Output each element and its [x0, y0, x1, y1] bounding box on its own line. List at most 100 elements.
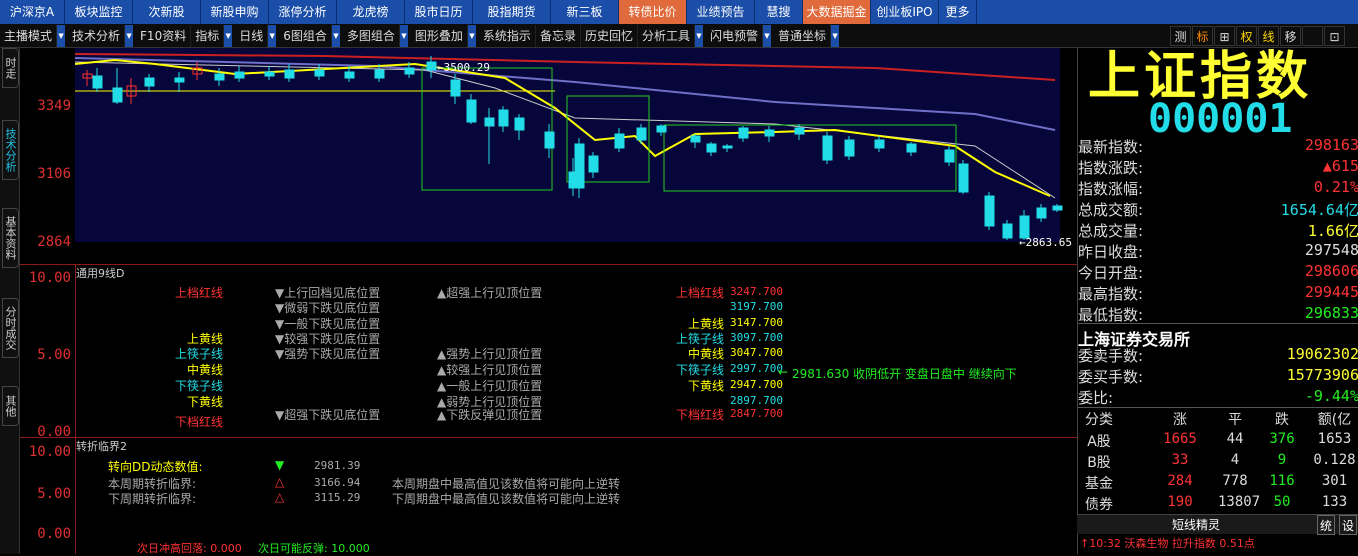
left-tab[interactable]: 基本资料 — [2, 208, 19, 268]
breadth-table-header: 分类 涨 平 跌 额(亿 — [1078, 409, 1358, 429]
candle-body — [636, 127, 647, 141]
short-line-spirit-title[interactable]: 短线精灵 — [1172, 515, 1220, 535]
p1-mid2-label: ▲下跌反弹见顶位置 — [437, 408, 543, 422]
topnav-tab[interactable]: 龙虎榜 — [337, 0, 405, 24]
quote-key: 今日开盘: — [1078, 264, 1144, 282]
order-value: 15773906 — [1286, 366, 1358, 384]
dropdown-arrow-icon[interactable]: ▼ — [694, 24, 703, 47]
toolbar-item[interactable]: 指标 — [191, 24, 225, 47]
quote-row: 今日开盘: 298606 — [1078, 262, 1358, 283]
topnav-tab[interactable]: 慧搜 — [755, 0, 803, 24]
topnav-tab[interactable]: 涨停分析 — [269, 0, 337, 24]
toolbar-right-button[interactable]: ⊡ — [1324, 26, 1345, 46]
toolbar-item[interactable]: 图形叠加 — [411, 24, 468, 47]
p1-right-value: 3197.700 — [730, 300, 783, 313]
topnav-tab[interactable]: 更多 — [939, 0, 977, 24]
dropdown-arrow-icon[interactable]: ▼ — [399, 24, 408, 47]
high-label: ←3500.29 — [437, 61, 490, 74]
topnav-tab[interactable]: 次新股 — [133, 0, 201, 24]
table-header-cell: 额(亿 — [1317, 412, 1352, 428]
dropdown-arrow-icon[interactable]: ▼ — [331, 24, 340, 47]
p1-right-value: 2997.700 — [730, 362, 783, 375]
topnav-tab[interactable]: 新三板 — [551, 0, 619, 24]
candle-body — [498, 109, 509, 127]
candle-body — [906, 143, 917, 153]
toolbar-item[interactable]: 备忘录 — [536, 24, 581, 47]
left-tab[interactable]: 技术分析 — [2, 120, 19, 180]
order-key: 委卖手数: — [1078, 347, 1144, 365]
topnav-tab[interactable]: 沪深京A — [0, 0, 65, 24]
candle-body — [722, 145, 733, 149]
left-tab[interactable]: 时走势 — [0, 48, 19, 88]
candle-body — [958, 163, 969, 193]
candle-body — [514, 117, 525, 131]
toolbar-item[interactable]: 6图组合 — [279, 24, 332, 47]
table-cell: 0.128 — [1313, 452, 1356, 468]
order-value: 19062302 — [1286, 345, 1358, 363]
stat-button[interactable]: 统 — [1317, 515, 1336, 535]
table-cell: 284 — [1167, 473, 1193, 489]
p1-right-value: 3097.700 — [730, 331, 783, 344]
table-cell: 133 — [1321, 494, 1348, 510]
toolbar-item[interactable]: 普通坐标 — [774, 24, 832, 47]
dropdown-arrow-icon[interactable]: ▼ — [125, 24, 134, 47]
quote-key: 总成交量: — [1078, 222, 1144, 240]
toolbar-item[interactable]: 闪电预警 — [706, 24, 763, 47]
low-label: ←2863.65 — [1019, 236, 1072, 246]
topnav-tab[interactable]: 板块监控 — [65, 0, 133, 24]
candlestick-chart[interactable]: ←3500.29 ←2863.65 — [75, 48, 1077, 246]
settings-button[interactable]: 设 — [1339, 515, 1358, 535]
toolbar-item[interactable]: 主播模式 — [0, 24, 58, 47]
p1-left-label: 上档红线 — [174, 286, 223, 300]
topnav-tab[interactable]: 大数据掘金 — [803, 0, 871, 24]
candle-body — [112, 87, 123, 103]
up-triangle-icon: △ — [275, 490, 285, 504]
toolbar-item[interactable]: 技术分析 — [68, 24, 126, 47]
candle-body — [822, 135, 833, 161]
toolbar-item[interactable]: F10资料 — [136, 24, 192, 47]
table-header-cell: 分类 — [1085, 412, 1113, 428]
dropdown-arrow-icon[interactable]: ▼ — [831, 24, 840, 47]
table-cell: 基金 — [1085, 476, 1113, 492]
dropdown-arrow-icon[interactable]: ▼ — [224, 24, 233, 47]
candle-body — [874, 139, 885, 149]
left-tab[interactable]: 分时成交 — [2, 298, 19, 358]
topnav-tab[interactable]: 创业板IPO — [871, 0, 939, 24]
table-header-cell: 平 — [1228, 412, 1242, 428]
toolbar-item[interactable]: 系统指示 — [479, 24, 536, 47]
candle-body — [656, 125, 667, 133]
dropdown-arrow-icon[interactable]: ▼ — [763, 24, 771, 47]
table-cell: 13807 — [1218, 494, 1261, 510]
candle-body — [764, 129, 775, 137]
table-cell: 301 — [1321, 473, 1348, 489]
candle-body — [144, 77, 155, 87]
dropdown-arrow-icon[interactable]: ▼ — [268, 24, 277, 47]
topnav-tab[interactable]: 转债比价 — [619, 0, 687, 24]
p2-row-text: 下周期盘中最高值见该数值将可能向上逆转 — [392, 492, 621, 506]
toolbar-item[interactable]: 日线 — [235, 24, 269, 47]
panel1-y-top: 10.00 — [28, 270, 71, 286]
left-tabs: 时走势技术分析基本资料分时成交其他 — [0, 48, 20, 554]
toolbar-item[interactable]: 多图组合 — [343, 24, 400, 47]
dropdown-arrow-icon[interactable]: ▼ — [467, 24, 476, 47]
toolbar-item[interactable]: 历史回忆 — [581, 24, 638, 47]
candle-body — [1019, 215, 1030, 239]
topnav-tab[interactable]: 业绩预告 — [687, 0, 755, 24]
topnav-tab[interactable]: 新股申购 — [201, 0, 269, 24]
dropdown-arrow-icon[interactable]: ▼ — [57, 24, 66, 47]
quote-key: 最低指数: — [1078, 306, 1144, 324]
p2-row-value: 3115.29 — [314, 491, 361, 504]
panel2-y-mid: 5.00 — [37, 486, 71, 502]
table-header-cell: 跌 — [1275, 412, 1289, 428]
topnav-tab[interactable]: 股市日历 — [405, 0, 473, 24]
table-row: 债券 190 13807 50 133 — [1078, 494, 1358, 515]
p1-mid-label: ▼超强下跌见底位置 — [275, 408, 381, 422]
candle-body — [944, 149, 955, 163]
p1-left-label: 中黄线 — [186, 363, 223, 377]
candle-body — [284, 69, 295, 79]
p1-note: 2981.630 收阴低开 变盘日盘中 继续向下 — [792, 367, 1017, 381]
left-tab[interactable]: 其他 — [2, 386, 19, 426]
p1-mid2-label: ▲超强上行见顶位置 — [437, 286, 543, 300]
toolbar-item[interactable]: 分析工具 — [638, 24, 695, 47]
topnav-tab[interactable]: 股指期货 — [473, 0, 551, 24]
